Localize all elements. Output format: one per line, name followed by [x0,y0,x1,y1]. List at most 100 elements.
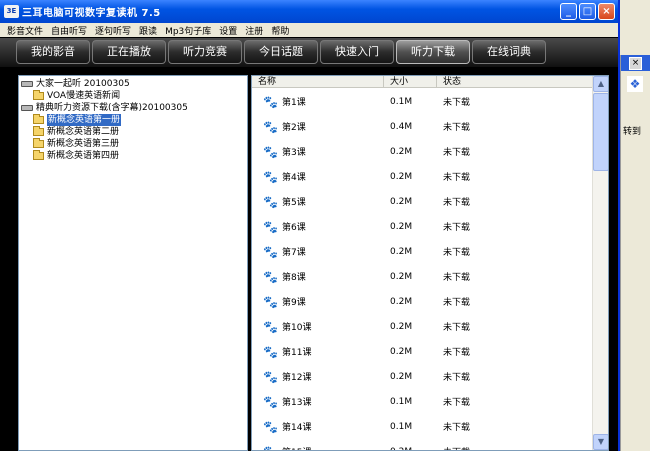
lesson-name-cell: 第4课 [282,173,306,183]
lesson-size-cell: 0.2M [390,271,413,282]
folder-icon [33,138,44,148]
table-row[interactable]: 🐾 第5课 0.2M 未下载 [252,189,594,214]
lesson-name-cell: 第5课 [282,198,306,208]
table-row[interactable]: 🐾 第1课 0.1M 未下载 [252,89,594,114]
lesson-name-cell: 第1课 [282,98,306,108]
tree-item-label: 新概念英语第二册 [47,127,120,137]
table-row[interactable]: 🐾 第11课 0.2M 未下载 [252,339,594,364]
table-row[interactable]: 🐾 第10课 0.2M 未下载 [252,314,594,339]
lesson-name-cell: 第8课 [282,273,306,283]
lesson-size-cell: 0.1M [390,96,413,107]
lesson-name-cell: 第14课 [282,423,312,433]
table-row[interactable]: 🐾 第3课 0.2M 未下载 [252,139,594,164]
lesson-name-cell: 第12课 [282,373,312,383]
paw-icon: 🐾 [263,419,278,434]
minimize-button[interactable]: _ [560,3,577,20]
menu-free-dictation[interactable]: 自由听写 [47,24,91,37]
table-row[interactable]: 🐾 第7课 0.2M 未下载 [252,239,594,264]
table-row[interactable]: 🐾 第9课 0.2M 未下载 [252,289,594,314]
table-row[interactable]: 🐾 第8课 0.2M 未下载 [252,264,594,289]
menu-read-along[interactable]: 跟读 [135,24,161,37]
table-row[interactable]: 🐾 第12课 0.2M 未下载 [252,364,594,389]
lesson-status-cell: 未下载 [443,445,470,450]
tree-item-label: 新概念英语第三册 [47,139,120,149]
lesson-name-cell: 第7课 [282,248,306,258]
lesson-status-cell: 未下载 [443,98,471,108]
tab-now-playing[interactable]: 正在播放 [92,40,166,64]
lesson-name-cell: 第10课 [282,323,312,333]
lesson-size-cell: 0.2M [390,321,413,332]
window-controls: _ □ × [560,3,618,20]
lesson-status-cell: 未下载 [443,223,471,233]
lesson-name-cell: 第9课 [282,298,306,308]
lesson-size-cell: 0.2M [390,146,413,157]
lesson-name-cell: 第11课 [282,348,312,358]
close-button[interactable]: × [598,3,615,20]
menu-bar: 影音文件 自由听写 逐句听写 跟读 Mp3句子库 设置 注册 帮助 [0,23,618,37]
tree-item-label: 新概念英语第四册 [47,151,120,161]
paw-icon: 🐾 [263,119,278,134]
lesson-size-cell: 0.2M [390,171,413,182]
column-header-status[interactable]: 状态 [437,76,594,88]
tree-item[interactable]: 新概念英语第三册 [33,138,119,150]
tree-item[interactable]: 大家一起听 20100305 [21,78,130,90]
paw-icon: 🐾 [263,394,278,409]
main-tab-bar: 我的影音 正在播放 听力竞赛 今日话题 快速入门 听力下载 在线词典 [0,37,618,67]
table-row[interactable]: 🐾 第15课0.2M未下载 [252,439,594,451]
lesson-status-cell: 未下载 [443,198,471,208]
background-window-close-button[interactable]: × [629,57,642,70]
tree-item-label: 大家一起听 20100305 [36,79,130,89]
tree-item[interactable]: VOA慢速英语新闻 [33,90,120,102]
maximize-button[interactable]: □ [579,3,596,20]
scroll-up-arrow-icon[interactable]: ▲ [593,76,608,92]
tree-item[interactable]: 精典听力资源下载(含字幕)20100305 [21,102,188,114]
lesson-status-cell: 未下载 [443,323,471,333]
lesson-size-cell: 0.2M [390,196,413,207]
menu-register[interactable]: 注册 [241,24,267,37]
table-row[interactable]: 🐾 第4课 0.2M 未下载 [252,164,594,189]
tab-online-dictionary[interactable]: 在线词典 [472,40,546,64]
paw-icon: 🐾 [263,269,278,284]
scroll-down-arrow-icon[interactable]: ▼ [593,434,608,450]
lesson-size-cell: 0.1M [390,396,413,407]
menu-media-files[interactable]: 影音文件 [3,24,47,37]
menu-help[interactable]: 帮助 [267,24,293,37]
title-bar[interactable]: 3E 三耳电脑可视数字复读机 7.5 _ □ × [0,0,618,23]
tree-item[interactable]: 新概念英语第二册 [33,126,119,138]
scrollbar-thumb[interactable] [593,93,608,171]
tab-my-media[interactable]: 我的影音 [16,40,90,64]
menu-sentence-dictation[interactable]: 逐句听写 [91,24,135,37]
tab-listening-contest[interactable]: 听力竞赛 [168,40,242,64]
menu-mp3-sentence-library[interactable]: Mp3句子库 [161,24,215,37]
lesson-status-cell: 未下载 [443,298,471,308]
lesson-size-cell: 0.2M [390,246,413,257]
column-header-name[interactable]: 名称 [252,76,384,88]
column-header-size[interactable]: 大小 [384,76,437,88]
table-row[interactable]: 🐾 第2课 0.4M 未下载 [252,114,594,139]
lesson-name-cell: 第2课 [282,123,306,133]
tab-quick-start[interactable]: 快速入门 [320,40,394,64]
menu-settings[interactable]: 设置 [215,24,241,37]
paw-icon: 🐾 [263,445,278,451]
table-row[interactable]: 🐾 第14课 0.1M 未下载 [252,414,594,439]
tree-item[interactable]: 新概念英语第一册 [33,114,122,126]
list-header: 名称 大小 状态 [252,76,594,88]
lesson-size-cell: 0.2M [390,296,413,307]
background-window: × ❖ 转到 [620,55,650,451]
drive-icon [21,81,33,87]
table-row[interactable]: 🐾 第13课 0.1M 未下载 [252,389,594,414]
tree-item-label: 精典听力资源下载(含字幕)20100305 [36,103,188,113]
folder-icon [33,126,44,136]
background-window-goto-label[interactable]: 转到 [623,124,641,137]
tree-item[interactable]: 新概念英语第四册 [33,150,119,162]
tab-todays-topic[interactable]: 今日话题 [244,40,318,64]
lesson-status-cell: 未下载 [443,423,471,433]
table-row[interactable]: 🐾 第6课 0.2M 未下载 [252,214,594,239]
paw-icon: 🐾 [263,369,278,384]
paw-icon: 🐾 [263,294,278,309]
lesson-size-cell: 0.2M [390,371,413,382]
resource-tree: 大家一起听 20100305 VOA慢速英语新闻 精典听力资源下载(含字幕)2010… [18,75,248,451]
vertical-scrollbar[interactable]: ▲ ▼ [592,76,608,450]
paw-icon: 🐾 [263,344,278,359]
tab-listening-download[interactable]: 听力下载 [396,40,470,64]
